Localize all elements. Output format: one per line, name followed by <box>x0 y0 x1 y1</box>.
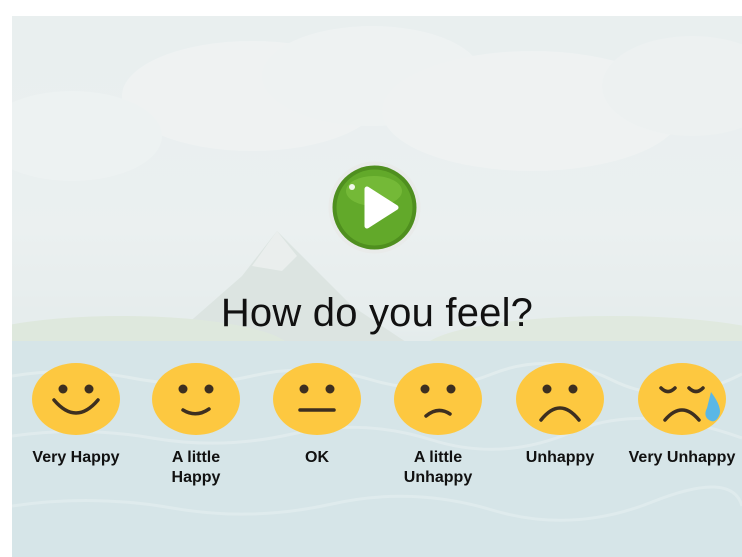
app-frame: How do you feel? Very Happy A little Hap… <box>0 0 742 557</box>
a-little-unhappy-face-icon <box>394 363 482 435</box>
option-label: Very Happy <box>32 449 120 466</box>
option-label: OK <box>305 449 329 466</box>
question-title: How do you feel? <box>220 291 534 335</box>
feeling-options: Very Happy A little Happy OK A little Un… <box>0 362 742 522</box>
option-label: A little Unhappy <box>403 449 473 486</box>
option-ok[interactable]: OK <box>257 362 377 468</box>
option-label: Very Unhappy <box>628 449 736 466</box>
option-very-happy[interactable]: Very Happy <box>16 362 136 468</box>
unhappy-face-icon <box>516 363 604 435</box>
neutral-face-icon <box>273 363 361 435</box>
option-a-little-happy[interactable]: A little Happy <box>136 362 256 488</box>
option-a-little-unhappy[interactable]: A little Unhappy <box>378 362 498 488</box>
option-label: Unhappy <box>525 449 595 466</box>
very-unhappy-crying-face-icon <box>638 363 726 435</box>
a-little-happy-face-icon <box>152 363 240 435</box>
play-button[interactable] <box>328 161 421 254</box>
play-icon <box>328 161 421 254</box>
very-happy-face-icon <box>32 363 120 435</box>
option-very-unhappy[interactable]: Very Unhappy <box>622 362 742 468</box>
option-unhappy[interactable]: Unhappy <box>500 362 620 468</box>
option-label: A little Happy <box>171 449 221 486</box>
